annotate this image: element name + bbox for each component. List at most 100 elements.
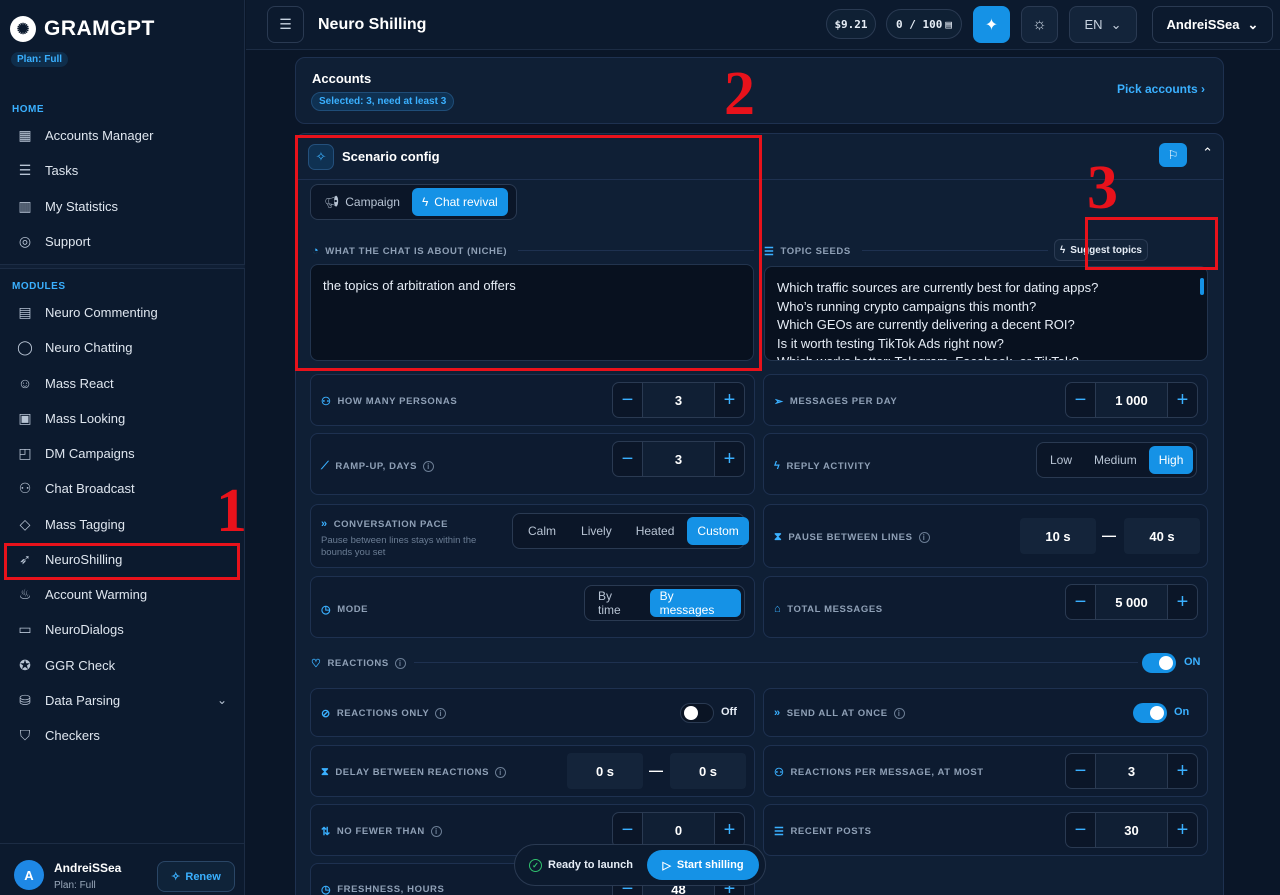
users-icon: ⚇ [774, 767, 785, 779]
ban-icon: ⊘ [321, 708, 331, 720]
scrollbar[interactable] [1200, 278, 1204, 295]
start-shilling-button[interactable]: ▷ Start shilling [647, 850, 759, 880]
mode-campaign[interactable]: 📢︎ Campaign [314, 188, 410, 216]
renew-button[interactable]: ✧ Renew [157, 861, 235, 892]
chevron-up-icon[interactable]: ⌃ [1202, 145, 1213, 161]
theme-toggle-button[interactable]: ☼ [1021, 6, 1058, 43]
sort-icon: ⇅ [321, 826, 331, 838]
plus-button[interactable]: + [715, 383, 744, 417]
sidebar-item-chat-broadcast[interactable]: ⚇ Chat Broadcast [5, 471, 239, 505]
sidebar-item-mass-looking[interactable]: ▣ Mass Looking [5, 401, 239, 435]
status-badge: Selected: 3, need at least 3 [311, 92, 455, 111]
topic-seeds-textarea[interactable]: Which traffic sources are currently best… [764, 266, 1208, 361]
send-all-setting: » SEND ALL AT ONCE i On [763, 688, 1208, 737]
mode-by-messages[interactable]: By messages [649, 589, 741, 617]
balance-pill[interactable]: $9.21 [826, 9, 876, 39]
accounts-title: Accounts [312, 71, 372, 86]
info-icon[interactable]: i [430, 826, 442, 837]
send-all-toggle[interactable] [1133, 703, 1167, 723]
user-name: AndreiSSea [54, 861, 122, 875]
minus-button[interactable]: − [1066, 754, 1095, 788]
user-dropdown[interactable]: AndreiSSea ⌄ [1152, 6, 1273, 43]
delay-min-input[interactable]: 0 s [567, 753, 643, 789]
plus-button[interactable]: + [1168, 813, 1197, 847]
sidebar-item-mass-tagging[interactable]: ◇ Mass Tagging [5, 507, 239, 541]
activity-low[interactable]: Low [1040, 446, 1082, 474]
divider [518, 250, 754, 251]
sidebar-item-neuro-commenting[interactable]: ▤ Neuro Commenting [5, 295, 239, 329]
sidebar-item-my-statistics[interactable]: ▥ My Statistics [5, 189, 239, 223]
sidebar-item-support[interactable]: ◎ Support [5, 224, 239, 258]
plus-button[interactable]: + [1168, 585, 1197, 619]
sidebar-item-data-parsing[interactable]: ⛁ Data Parsing ⌄ [5, 683, 239, 717]
scenario-mode-toggle: 📢︎ Campaign ϟ Chat revival [310, 184, 517, 220]
info-icon[interactable]: i [423, 461, 435, 472]
pace-heated[interactable]: Heated [625, 517, 686, 545]
sidebar-item-ggr-check[interactable]: ✪ GGR Check [5, 648, 239, 682]
sidebar-item-tasks[interactable]: ☰ Tasks [5, 153, 239, 187]
plus-button[interactable]: + [1168, 754, 1197, 788]
scenario-title: Scenario config [342, 149, 440, 164]
sidebar-item-neurodialogs[interactable]: ▭ NeuroDialogs [5, 612, 239, 646]
sidebar-item-neuroshilling[interactable]: ➶ NeuroShilling [5, 542, 239, 576]
chevron-right-icon: › [1201, 82, 1205, 96]
reactions-per-message-stepper: −3 + [1065, 753, 1198, 789]
minus-button[interactable]: − [1066, 585, 1095, 619]
sidebar-item-account-warming[interactable]: ♨ Account Warming [5, 577, 239, 611]
sidebar-item-checkers[interactable]: ⛉ Checkers [5, 718, 239, 752]
language-select[interactable]: EN ⌄ [1069, 6, 1137, 43]
pace-calm[interactable]: Calm [516, 517, 568, 545]
sparkle-icon: ✧ [308, 144, 334, 170]
sparkle-icon: ✧ [171, 871, 181, 883]
sidebar-item-mass-react[interactable]: ☺ Mass React [5, 366, 239, 400]
avatar[interactable]: A [14, 860, 44, 890]
minus-button[interactable]: − [1066, 813, 1095, 847]
delay-max-input[interactable]: 0 s [670, 753, 746, 789]
pause-min-input[interactable]: 10 s [1020, 518, 1096, 554]
suggest-topics-button[interactable]: ϟ Suggest topics [1054, 239, 1148, 261]
home-section-label: HOME [12, 104, 44, 115]
ai-sparkle-button[interactable]: ✦ [973, 6, 1010, 43]
plus-button[interactable]: + [715, 813, 744, 847]
pace-custom[interactable]: Custom [687, 517, 749, 545]
section-divider [0, 264, 245, 269]
info-icon[interactable]: i [495, 767, 507, 778]
info-icon[interactable]: i [394, 658, 406, 669]
niche-textarea[interactable]: the topics of arbitration and offers [310, 264, 754, 361]
brand[interactable]: ✺ GRAMGPT [10, 16, 155, 42]
plus-button[interactable]: + [1168, 383, 1197, 417]
fast-forward-icon: » [774, 707, 781, 719]
list-icon: ☰ [764, 246, 775, 258]
reactions-only-toggle[interactable] [680, 703, 714, 723]
pace-description: Pause between lines stays within the bou… [321, 535, 477, 558]
launch-status: ✓ Ready to launch [529, 858, 633, 872]
quota-pill[interactable]: 0 / 100 ▤ [886, 9, 962, 39]
minus-button[interactable]: − [613, 813, 642, 847]
info-icon[interactable]: i [893, 707, 905, 719]
sidebar: ✺ GRAMGPT Plan: Full HOME ▦ Accounts Mana… [0, 0, 245, 895]
main-content: Accounts Selected: 3, need at least 3 Pi… [246, 51, 1280, 895]
activity-high[interactable]: High [1148, 446, 1194, 474]
reactions-toggle[interactable] [1142, 653, 1176, 673]
mode-by-time[interactable]: By time [588, 589, 648, 617]
bookmark-button[interactable]: ⚐ [1159, 143, 1187, 167]
minus-button[interactable]: − [1066, 383, 1095, 417]
inbox-icon: ⌂ [774, 603, 782, 615]
database-icon: ⛁ [19, 691, 31, 708]
sidebar-item-dm-campaigns[interactable]: ◰ DM Campaigns [5, 436, 239, 470]
activity-medium[interactable]: Medium [1084, 446, 1147, 474]
menu-toggle-button[interactable]: ☰ [267, 6, 304, 43]
info-icon[interactable]: i [435, 708, 447, 719]
minus-button[interactable]: − [613, 442, 642, 476]
pick-accounts-link[interactable]: Pick accounts › [1117, 82, 1205, 96]
info-icon[interactable]: i [918, 532, 930, 543]
minus-button[interactable]: − [613, 383, 642, 417]
plus-button[interactable]: + [715, 442, 744, 476]
pace-lively[interactable]: Lively [570, 517, 623, 545]
sidebar-item-neuro-chatting[interactable]: ◯ Neuro Chatting [5, 330, 239, 364]
reactions-label: ♡ REACTIONS i [311, 657, 406, 670]
sidebar-item-accounts-manager[interactable]: ▦ Accounts Manager [5, 118, 239, 152]
mode-chat-revival[interactable]: ϟ Chat revival [411, 188, 508, 216]
pause-max-input[interactable]: 40 s [1124, 518, 1200, 554]
accounts-card: Accounts Selected: 3, need at least 3 Pi… [295, 57, 1224, 124]
